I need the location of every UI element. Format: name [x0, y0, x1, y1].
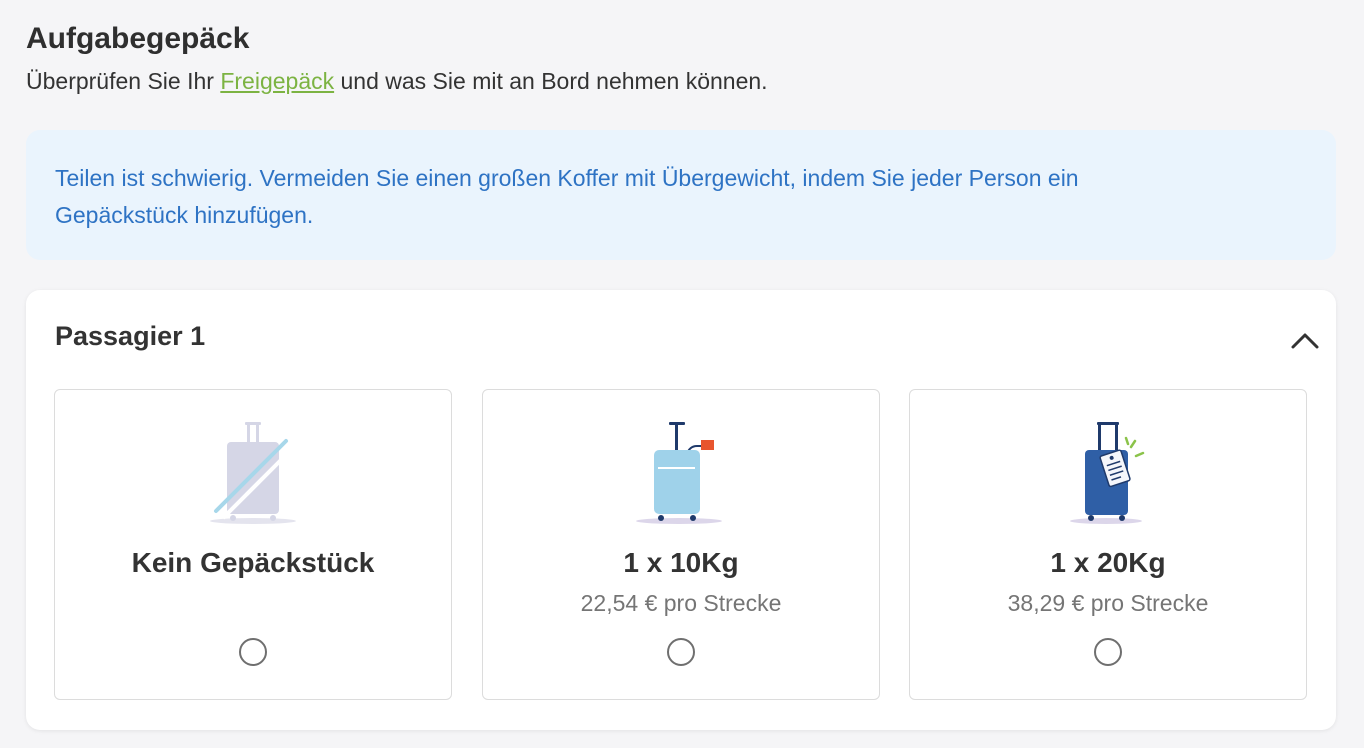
option-label: 1 x 20Kg — [1050, 547, 1166, 578]
chevron-up-icon — [1291, 333, 1319, 349]
suitcase-20kg-icon — [1070, 422, 1145, 524]
no-luggage-icon — [210, 422, 296, 524]
page-subtitle: Überprüfen Sie Ihr Freigepäck und was Si… — [26, 68, 768, 95]
baggage-page: Aufgabegepäck Überprüfen Sie Ihr Freigep… — [0, 0, 1364, 748]
option-price: 22,54 € pro Strecke — [580, 590, 782, 616]
option-label: 1 x 10Kg — [623, 547, 739, 578]
free-baggage-link[interactable]: Freigepäck — [220, 68, 334, 94]
passenger-title: Passagier 1 — [55, 321, 206, 351]
option-radio-20kg[interactable] — [1094, 638, 1122, 666]
info-banner: Teilen ist schwierig. Vermeiden Sie eine… — [26, 130, 1336, 260]
suitcase-10kg-icon — [636, 422, 722, 524]
page-title: Aufgabegepäck — [26, 22, 250, 55]
option-radio-none[interactable] — [239, 638, 267, 666]
option-radio-10kg[interactable] — [667, 638, 695, 666]
baggage-option-20kg[interactable]: 1 x 20Kg 38,29 € pro Strecke — [909, 389, 1307, 700]
subtitle-text-end: und was Sie mit an Bord nehmen können. — [334, 68, 768, 94]
subtitle-text-start: Überprüfen Sie Ihr — [26, 68, 221, 94]
baggage-option-none[interactable]: Kein Gepäckstück — [54, 389, 452, 700]
option-price: 38,29 € pro Strecke — [1007, 590, 1209, 616]
collapse-button[interactable] — [1288, 326, 1322, 354]
baggage-option-10kg[interactable]: 1 x 10Kg 22,54 € pro Strecke — [482, 389, 880, 700]
info-banner-text: Teilen ist schwierig. Vermeiden Sie eine… — [55, 165, 1079, 228]
passenger-card: Passagier 1 Kein Gepäckstück 1 x 10Kg 22… — [26, 290, 1336, 730]
option-label: Kein Gepäckstück — [131, 547, 375, 578]
